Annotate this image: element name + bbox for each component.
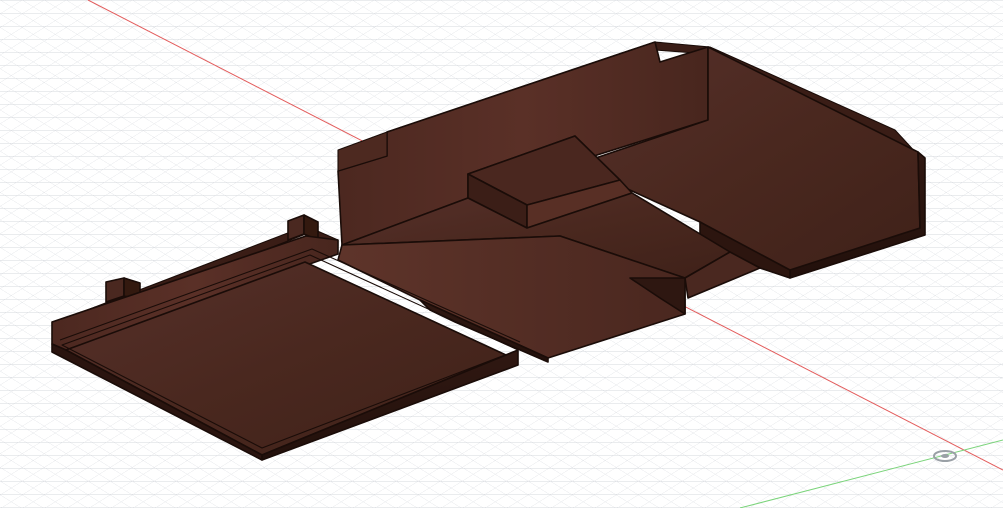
viewport-canvas[interactable]: [0, 0, 1003, 508]
3d-viewport[interactable]: [0, 0, 1003, 508]
